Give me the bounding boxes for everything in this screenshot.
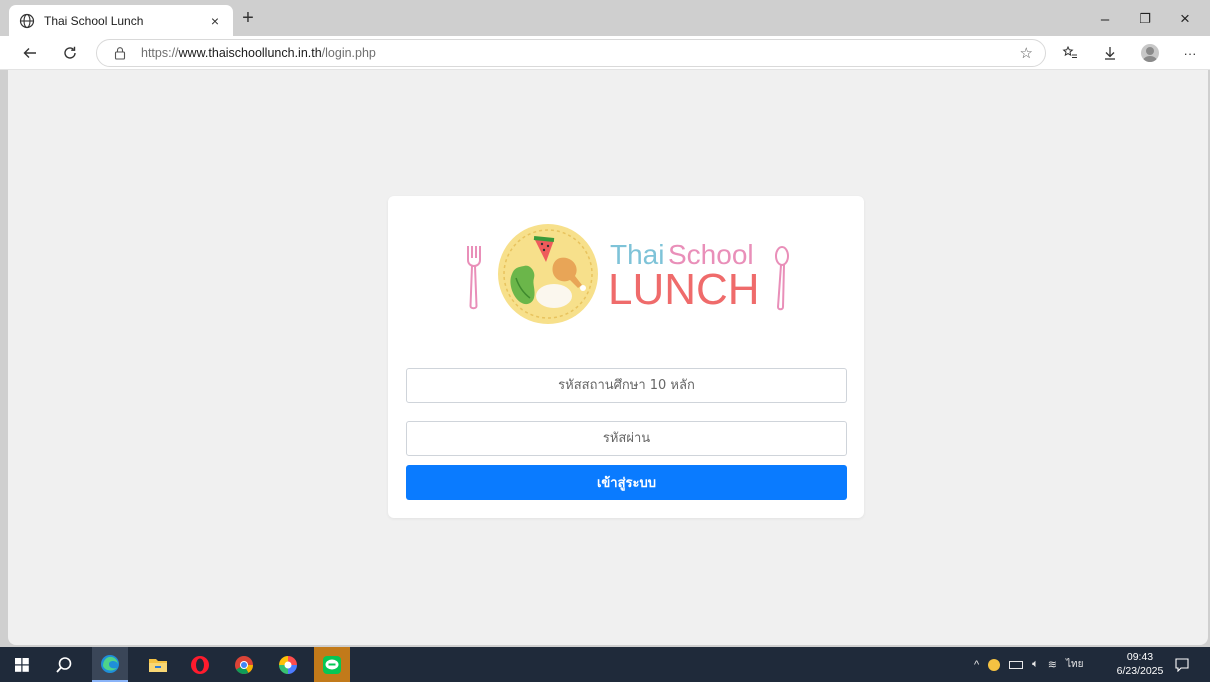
lock-icon[interactable] xyxy=(113,46,127,60)
minimize-button[interactable]: – xyxy=(1085,6,1125,32)
edge-browser-icon[interactable] xyxy=(92,647,128,682)
login-button[interactable]: เข้าสู่ระบบ xyxy=(406,465,847,500)
browser-tab-strip: Thai School Lunch × + – ❐ × xyxy=(0,0,1210,36)
opera-icon[interactable] xyxy=(182,647,218,682)
line-app-icon[interactable] xyxy=(314,647,350,682)
windows-taskbar: ^ 🔈︎ ≋ ไทย 09:43 6/23/2025 xyxy=(0,647,1210,682)
school-code-input[interactable] xyxy=(406,368,847,403)
tab-thai-school-lunch[interactable]: Thai School Lunch × xyxy=(9,5,233,36)
picasa-icon[interactable] xyxy=(270,647,306,682)
chrome-icon[interactable] xyxy=(226,647,262,682)
refresh-icon[interactable] xyxy=(56,40,84,66)
favorites-icon[interactable] xyxy=(1056,40,1084,66)
page-viewport: Thai School LUNCH เข้าสู่ระบบ xyxy=(8,70,1208,645)
tab-title: Thai School Lunch xyxy=(44,13,144,28)
file-explorer-icon[interactable] xyxy=(140,647,176,682)
tab-close-icon[interactable]: × xyxy=(207,13,223,29)
fork-icon xyxy=(467,246,481,310)
battery-icon[interactable] xyxy=(1009,660,1024,669)
window-close-button[interactable]: × xyxy=(1165,6,1205,32)
login-card: Thai School LUNCH เข้าสู่ระบบ xyxy=(388,196,864,518)
clock-date: 6/23/2025 xyxy=(1116,665,1164,677)
language-indicator[interactable]: ไทย xyxy=(1066,657,1083,672)
globe-icon xyxy=(19,13,35,29)
wifi-icon[interactable]: ≋ xyxy=(1048,658,1057,671)
new-tab-button[interactable]: + xyxy=(236,6,260,30)
address-bar[interactable]: https://www.thaischoollunch.in.th/login.… xyxy=(96,39,1046,67)
clock-time: 09:43 xyxy=(1126,651,1154,663)
url-text: https://www.thaischoollunch.in.th/login.… xyxy=(141,46,376,60)
app-tray-icon[interactable] xyxy=(988,658,1001,671)
browser-toolbar: https://www.thaischoollunch.in.th/login.… xyxy=(0,36,1210,70)
favorite-star-icon[interactable]: ☆ xyxy=(1020,44,1033,62)
more-menu-icon[interactable]: ··· xyxy=(1176,40,1204,66)
notifications-icon[interactable] xyxy=(1172,647,1192,682)
downloads-icon[interactable] xyxy=(1096,40,1124,66)
show-hidden-icons-icon[interactable]: ^ xyxy=(974,659,979,671)
restore-button[interactable]: ❐ xyxy=(1125,6,1165,32)
system-tray: ^ 🔈︎ ≋ ไทย xyxy=(974,647,1083,682)
thai-school-lunch-logo: Thai School LUNCH xyxy=(467,224,789,324)
spoon-icon xyxy=(775,246,789,311)
password-input[interactable] xyxy=(406,421,847,456)
profile-avatar[interactable] xyxy=(1136,40,1164,66)
logo-text-lunch: LUNCH xyxy=(608,265,760,314)
taskbar-clock[interactable]: 09:43 6/23/2025 xyxy=(1110,650,1170,678)
back-icon[interactable] xyxy=(16,40,44,66)
search-icon[interactable] xyxy=(46,647,82,682)
windows-start-icon[interactable] xyxy=(4,647,40,682)
volume-icon[interactable]: 🔈︎ xyxy=(1032,658,1039,671)
